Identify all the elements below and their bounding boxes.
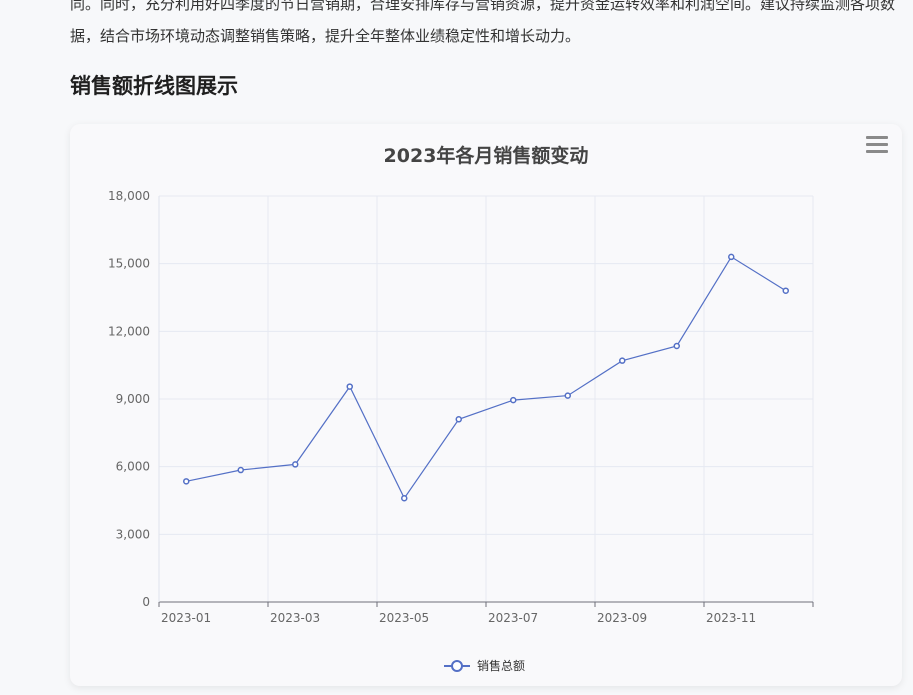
- y-tick-label: 3,000: [116, 527, 150, 541]
- line-chart: 2023年各月销售额变动 0 3,000 6,000 9,000 12,000 15,00…: [108, 144, 814, 673]
- chart-title: 2023年各月销售额变动: [384, 144, 589, 167]
- data-point: [564, 392, 571, 399]
- data-point: [292, 461, 299, 468]
- data-point: [183, 478, 190, 485]
- y-tick-label: 15,000: [108, 257, 150, 271]
- x-tick-label: 2023-05: [379, 611, 429, 625]
- x-tick-label: 2023-11: [706, 611, 756, 625]
- legend-label: 销售总额: [477, 658, 525, 673]
- data-point: [619, 357, 626, 364]
- x-tick-labels: 2023-01 2023-03 2023-05 2023-07 2023-09 2023-…: [161, 611, 756, 625]
- x-tick-label: 2023-01: [161, 611, 211, 625]
- x-tick-label: 2023-07: [488, 611, 538, 625]
- legend-marker-icon: [451, 660, 463, 672]
- y-tick-label: 0: [142, 595, 150, 609]
- data-point: [237, 466, 244, 474]
- y-tick-label: 6,000: [116, 460, 150, 474]
- y-tick-label: 12,000: [108, 324, 150, 338]
- y-tick-label: 18,000: [108, 189, 150, 203]
- x-tick-label: 2023-03: [270, 611, 320, 625]
- data-point: [673, 342, 680, 350]
- data-point: [401, 494, 408, 502]
- data-point: [455, 416, 462, 423]
- data-point: [728, 253, 735, 261]
- y-tick-label: 9,000: [116, 392, 150, 406]
- data-point: [346, 383, 353, 390]
- data-point: [510, 396, 517, 404]
- data-point: [782, 287, 789, 294]
- grid-lines: [159, 195, 814, 602]
- y-tick-labels: 0 3,000 6,000 9,000 12,000 15,000 18,000: [108, 189, 150, 609]
- x-tick-label: 2023-09: [597, 611, 647, 625]
- legend[interactable]: 销售总额: [444, 658, 525, 673]
